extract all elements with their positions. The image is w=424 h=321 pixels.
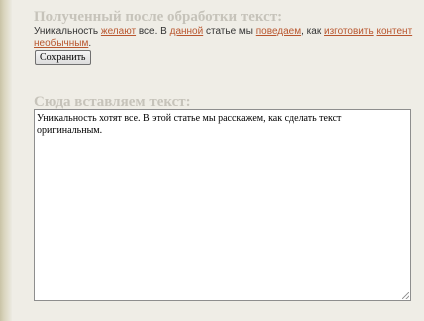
- synonym-link[interactable]: контент: [376, 26, 412, 37]
- textarea-value: Уникальность хотят все. В этой статье мы…: [37, 113, 342, 136]
- page-left-border: [0, 0, 12, 321]
- processed-text-segment: статье мы: [203, 26, 256, 37]
- page-content: Полученный после обработки текст: Уникал…: [12, 0, 424, 321]
- resize-grip-icon[interactable]: [402, 292, 409, 299]
- synonym-link[interactable]: изготовить: [324, 26, 374, 37]
- save-button[interactable]: Сохранить: [35, 50, 91, 65]
- processed-text-segment: Уникальность: [34, 26, 101, 37]
- processed-text-segment: .: [88, 38, 92, 49]
- source-text-textarea[interactable]: Уникальность хотят все. В этой статье мы…: [34, 109, 411, 301]
- synonym-link[interactable]: данной: [170, 26, 204, 37]
- synonym-link[interactable]: поведаем: [256, 26, 301, 37]
- synonym-link[interactable]: желают: [101, 26, 136, 37]
- processed-text-segment: , как: [301, 26, 324, 37]
- synonym-link[interactable]: необычным: [34, 38, 88, 49]
- result-heading: Полученный после обработки текст:: [34, 9, 283, 25]
- processed-text-segment: все. В: [136, 26, 170, 37]
- processed-text: Уникальность желают все. В данной статье…: [34, 26, 419, 50]
